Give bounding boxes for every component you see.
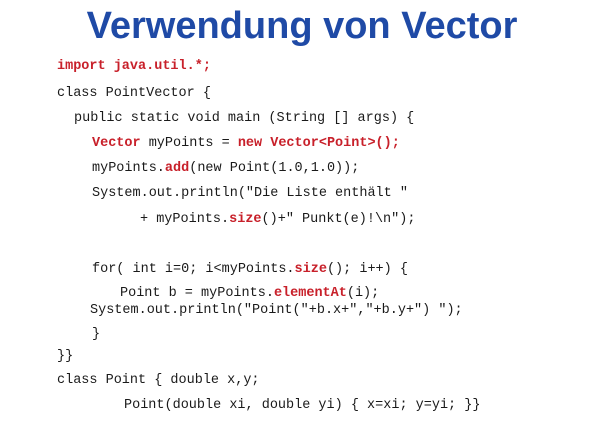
code-keyword: new Vector<Point>(); xyxy=(237,136,400,151)
code-line-point-ctor: Point(double xi, double yi) { x=xi; y=yi… xyxy=(124,397,480,415)
code-text: Point(double xi, double yi) { x=xi; y=yi… xyxy=(124,398,481,413)
code-text: Point b = myPoints. xyxy=(120,286,274,301)
code-text: for( int i=0; i<myPoints. xyxy=(92,262,295,277)
code-line-close-for: } xyxy=(92,326,100,344)
code-text: class PointVector { xyxy=(57,86,211,101)
code-text: System.out.println("Die Liste enthält " xyxy=(92,186,408,201)
code-text: (); i++) { xyxy=(326,262,408,277)
code-keyword: import java.util.*; xyxy=(57,59,211,74)
code-text: (i); xyxy=(346,286,380,301)
code-text: }} xyxy=(57,349,74,364)
code-text: (new Point(1.0,1.0)); xyxy=(189,161,360,176)
code-text: System.out.println("Point("+b.x+","+b.y+… xyxy=(90,303,463,318)
code-line-for: for( int i=0; i<myPoints.size(); i++) { xyxy=(92,261,408,279)
code-text: } xyxy=(92,327,101,342)
code-line-add: myPoints.add(new Point(1.0,1.0)); xyxy=(92,160,359,178)
code-text: myPoints. xyxy=(92,161,165,176)
code-keyword: add xyxy=(164,161,190,176)
code-keyword: elementAt xyxy=(273,286,347,301)
code-text: ()+" Punkt(e)!\n"); xyxy=(261,212,416,227)
code-keyword: size xyxy=(294,262,327,277)
slide-title: Verwendung von Vector xyxy=(86,5,518,47)
code-line-class-pointvector: class PointVector { xyxy=(57,85,211,103)
code-keyword: Vector xyxy=(92,136,141,151)
code-line-point-b: Point b = myPoints.elementAt(i); xyxy=(120,285,379,303)
code-text: + myPoints. xyxy=(140,212,230,227)
code-line-class-point: class Point { double x,y; xyxy=(57,372,260,390)
code-line-println-point: System.out.println("Point("+b.x+","+b.y+… xyxy=(90,302,463,320)
code-text: myPoints = xyxy=(140,136,238,151)
code-keyword: size xyxy=(229,212,262,227)
code-line-main-signature: public static void main (String [] args)… xyxy=(74,110,414,128)
code-line-import: import java.util.*; xyxy=(57,58,211,76)
code-text: public static void main (String [] args)… xyxy=(74,111,415,126)
code-line-close-class: }} xyxy=(57,348,73,366)
code-line-println-2: + myPoints.size()+" Punkt(e)!\n"); xyxy=(140,211,415,229)
code-text: class Point { double x,y; xyxy=(57,373,260,388)
code-line-vector-decl: Vector myPoints = new Vector<Point>(); xyxy=(92,135,400,153)
code-line-println-1: System.out.println("Die Liste enthält " xyxy=(92,185,408,203)
